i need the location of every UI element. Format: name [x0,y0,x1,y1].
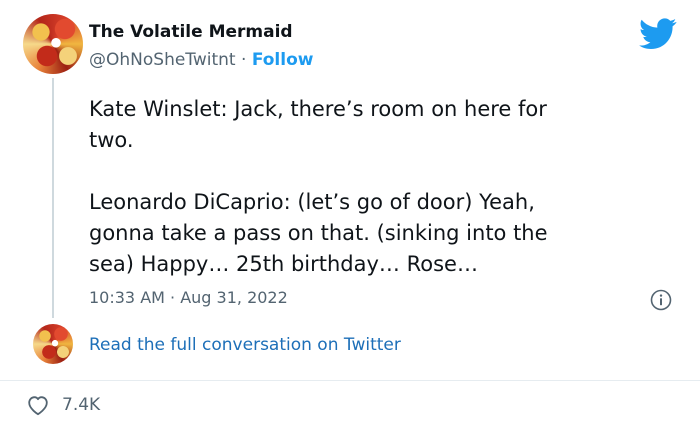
read-conversation-link[interactable]: Read the full conversation on Twitter [89,335,401,355]
tweet-text: Kate Winslet: Jack, there’s room on here… [89,97,548,276]
conversation-avatar[interactable] [33,324,73,364]
twitter-bird-icon[interactable] [639,18,677,50]
follow-button[interactable]: Follow [252,50,314,70]
author-meta: @OhNoSheTwitnt · Follow [89,50,313,70]
thread-connector-line [52,78,54,318]
tweet-timestamp[interactable]: 10:33 AM · Aug 31, 2022 [89,288,288,307]
actions-divider [0,380,700,381]
like-count: 7.4K [62,395,101,415]
author-handle[interactable]: @OhNoSheTwitnt [89,50,236,70]
author-display-name[interactable]: The Volatile Mermaid [89,22,293,42]
author-avatar[interactable] [23,14,83,74]
heart-icon[interactable] [26,394,50,416]
meta-separator: · [235,50,252,70]
info-icon[interactable] [650,289,672,311]
